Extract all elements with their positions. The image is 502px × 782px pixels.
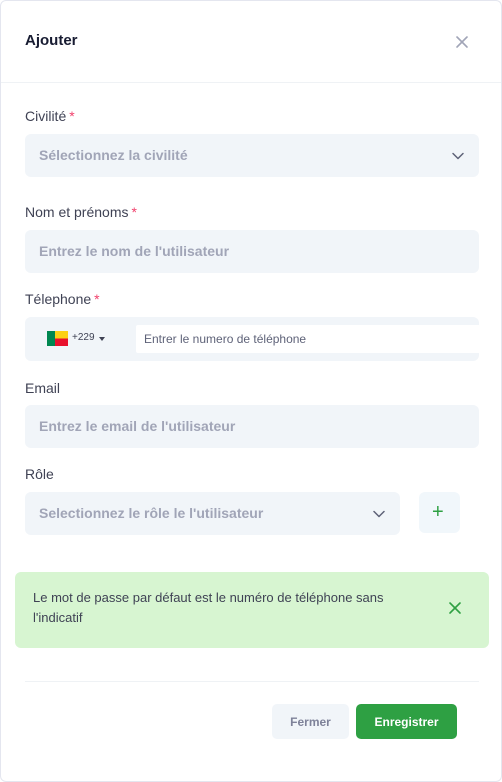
civilite-placeholder: Sélectionnez la civilité bbox=[39, 147, 188, 163]
civilite-label-text: Civilité bbox=[25, 108, 67, 124]
nom-input[interactable]: Entrez le nom de l'utilisateur bbox=[25, 230, 479, 273]
phone-number-input[interactable] bbox=[136, 325, 493, 353]
role-select[interactable]: Selectionnez le rôle le l'utilisateur bbox=[25, 492, 400, 535]
email-placeholder: Entrez le email de l'utilisateur bbox=[39, 418, 236, 434]
modal-header: Ajouter bbox=[1, 1, 501, 83]
civilite-select[interactable]: Sélectionnez la civilité bbox=[25, 134, 479, 177]
caret-down-icon[interactable] bbox=[99, 337, 105, 341]
cancel-button[interactable]: Fermer bbox=[272, 704, 349, 739]
telephone-field: +229 bbox=[25, 317, 493, 361]
nom-label: Nom et prénoms * bbox=[25, 204, 137, 220]
save-button[interactable]: Enregistrer bbox=[356, 704, 457, 739]
required-mark: * bbox=[94, 291, 100, 307]
email-input[interactable]: Entrez le email de l'utilisateur bbox=[25, 405, 479, 448]
benin-flag-icon[interactable] bbox=[47, 331, 68, 346]
nom-label-text: Nom et prénoms bbox=[25, 204, 129, 220]
required-mark: * bbox=[69, 108, 75, 124]
footer-divider bbox=[25, 681, 479, 682]
chevron-down-icon bbox=[452, 152, 464, 160]
role-label-text: Rôle bbox=[25, 466, 54, 482]
nom-placeholder: Entrez le nom de l'utilisateur bbox=[39, 243, 230, 259]
dial-code[interactable]: +229 bbox=[72, 332, 95, 343]
plus-icon: + bbox=[432, 501, 444, 523]
close-icon[interactable] bbox=[451, 31, 473, 53]
civilite-label: Civilité * bbox=[25, 108, 75, 124]
close-icon[interactable] bbox=[448, 601, 462, 615]
telephone-label-text: Télephone bbox=[25, 291, 92, 307]
add-user-modal: Ajouter Civilité * Sélectionnez la civili… bbox=[0, 0, 502, 782]
email-label: Email bbox=[25, 380, 60, 396]
telephone-label: Télephone * bbox=[25, 291, 100, 307]
role-placeholder: Selectionnez le rôle le l'utilisateur bbox=[39, 505, 264, 521]
modal-title: Ajouter bbox=[25, 32, 78, 49]
alert-text: Le mot de passe par défaut est le numéro… bbox=[33, 590, 384, 625]
chevron-down-icon bbox=[373, 510, 385, 518]
add-role-button[interactable]: + bbox=[419, 492, 460, 533]
password-info-alert: Le mot de passe par défaut est le numéro… bbox=[15, 572, 489, 648]
email-label-text: Email bbox=[25, 380, 61, 396]
role-label: Rôle bbox=[25, 466, 54, 482]
required-mark: * bbox=[131, 204, 137, 220]
